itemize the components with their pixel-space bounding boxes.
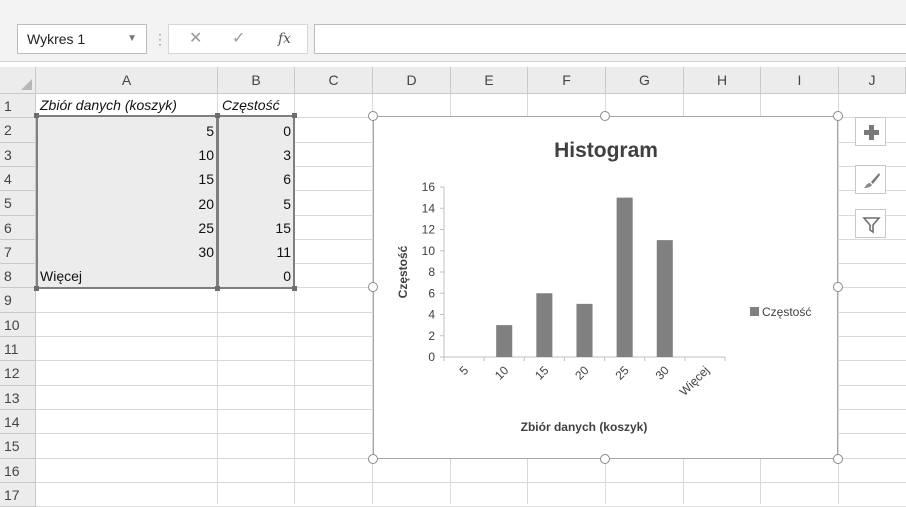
row-header-16[interactable]: 16 <box>0 459 36 483</box>
range-handle[interactable] <box>34 286 39 291</box>
formula-bar: Wykres 1 ▼ ⋮ ✕ ✓ fx <box>0 0 906 62</box>
row-header-5[interactable]: 5 <box>0 191 36 216</box>
range-handle[interactable] <box>215 113 220 118</box>
histogram-bar[interactable] <box>576 303 593 357</box>
histogram-bar[interactable] <box>536 293 553 357</box>
x-tick-label: 10 <box>492 363 512 383</box>
row-header-15[interactable]: 15 <box>0 434 36 459</box>
insert-function-icon[interactable]: fx <box>278 25 291 53</box>
cancel-icon[interactable]: ✕ <box>189 25 202 53</box>
x-tick-label: 15 <box>532 363 552 383</box>
cell-a1[interactable]: Zbiór danych (koszyk) <box>36 95 218 116</box>
column-header-d[interactable]: D <box>373 67 451 94</box>
chart-filters-button[interactable] <box>855 209 886 238</box>
row-header-13[interactable]: 13 <box>0 386 36 410</box>
row-header-6[interactable]: 6 <box>0 216 36 240</box>
histogram-bar[interactable] <box>496 325 513 357</box>
range-handle[interactable] <box>292 286 297 291</box>
y-tick-label: 8 <box>428 265 435 279</box>
legend-swatch <box>750 307 759 316</box>
chart-styles-button[interactable] <box>855 165 886 194</box>
y-tick-label: 16 <box>422 180 436 194</box>
y-axis-title[interactable]: Częstość <box>396 245 410 298</box>
row-header-10[interactable]: 10 <box>0 313 36 337</box>
y-tick-label: 14 <box>422 201 436 215</box>
y-tick-label: 10 <box>422 244 436 258</box>
chart-title[interactable]: Histogram <box>554 139 658 162</box>
chart-resize-handle[interactable] <box>368 282 378 292</box>
chart-resize-handle[interactable] <box>600 454 610 464</box>
confirm-icon[interactable]: ✓ <box>232 25 245 53</box>
selection-range-a <box>36 115 218 289</box>
x-tick-label: 25 <box>612 363 632 383</box>
range-handle[interactable] <box>215 286 220 291</box>
x-axis-title[interactable]: Zbiór danych (koszyk) <box>521 420 648 434</box>
chart-resize-handle[interactable] <box>833 454 843 464</box>
row-header-2[interactable]: 2 <box>0 118 36 143</box>
row-header-11[interactable]: 11 <box>0 337 36 361</box>
row-header-17[interactable]: 17 <box>0 483 36 507</box>
y-tick-label: 12 <box>422 223 436 237</box>
formula-input[interactable] <box>314 24 906 54</box>
x-tick-label: 20 <box>572 363 592 383</box>
histogram-chart[interactable]: Histogram 0 2 4 6 8 10 12 14 16 5 10 15 20 25 30 Więcej Z… <box>373 116 838 459</box>
legend-entry[interactable]: Częstość <box>762 305 811 319</box>
row-header-3[interactable]: 3 <box>0 143 36 167</box>
cell-b1[interactable]: Częstość <box>218 95 295 116</box>
row-header-1[interactable]: 1 <box>0 94 36 118</box>
column-header-b[interactable]: B <box>218 67 295 94</box>
range-handle[interactable] <box>34 113 39 118</box>
x-tick-label: Więcej <box>677 363 712 398</box>
x-tick-label: 5 <box>457 363 472 378</box>
row-gridline <box>36 482 906 483</box>
range-handle[interactable] <box>292 113 297 118</box>
column-header-i[interactable]: I <box>761 67 839 94</box>
x-tick-label: 30 <box>653 363 673 383</box>
column-header-h[interactable]: H <box>684 67 761 94</box>
column-header-c[interactable]: C <box>295 67 373 94</box>
more-icon: ⋮ <box>153 31 167 47</box>
histogram-bar[interactable] <box>616 197 633 357</box>
y-tick-label: 0 <box>428 350 435 364</box>
row-header-4[interactable]: 4 <box>0 167 36 191</box>
row-header-8[interactable]: 8 <box>0 264 36 288</box>
row-header-7[interactable]: 7 <box>0 240 36 264</box>
column-header-a[interactable]: A <box>36 67 218 94</box>
y-tick-label: 2 <box>428 329 435 343</box>
y-tick-label: 6 <box>428 286 435 300</box>
name-box-value: Wykres 1 <box>27 31 86 47</box>
chart-resize-handle[interactable] <box>368 111 378 121</box>
row-header-9[interactable]: 9 <box>0 288 36 313</box>
y-tick-label: 4 <box>428 308 435 322</box>
chart-elements-button[interactable] <box>855 117 886 146</box>
select-all-icon <box>21 79 32 90</box>
formula-buttons: ✕ ✓ fx <box>168 24 308 54</box>
selection-range-b <box>217 115 295 289</box>
chart-resize-handle[interactable] <box>600 111 610 121</box>
chart-resize-handle[interactable] <box>833 111 843 121</box>
chart-canvas: Histogram 0 2 4 6 8 10 12 14 16 5 10 15 20 25 30 Więcej Z… <box>396 139 811 434</box>
plus-icon <box>864 125 879 140</box>
column-header-e[interactable]: E <box>451 67 528 94</box>
column-header-j[interactable]: J <box>839 67 906 94</box>
chart-resize-handle[interactable] <box>368 454 378 464</box>
select-all-button[interactable] <box>0 67 36 94</box>
column-header-g[interactable]: G <box>606 67 684 94</box>
name-box[interactable]: Wykres 1 ▼ <box>17 24 147 54</box>
brush-icon <box>864 173 880 188</box>
row-header-14[interactable]: 14 <box>0 410 36 434</box>
column-header-f[interactable]: F <box>528 67 606 94</box>
filter-icon <box>862 217 881 234</box>
chart-resize-handle[interactable] <box>833 282 843 292</box>
row-header-12[interactable]: 12 <box>0 361 36 386</box>
histogram-bar[interactable] <box>656 240 673 357</box>
chevron-down-icon[interactable]: ▼ <box>127 25 137 53</box>
